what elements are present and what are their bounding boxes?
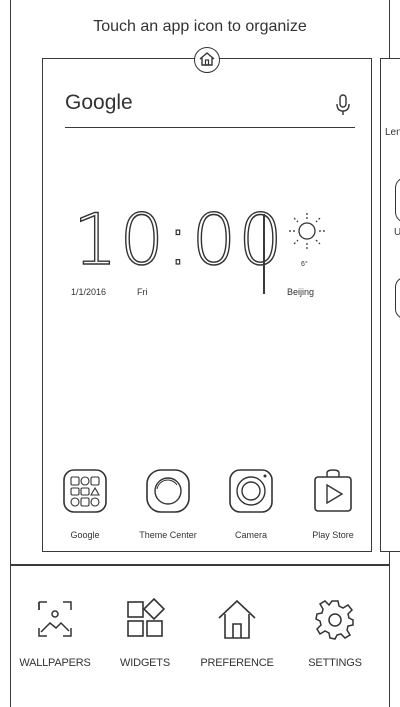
clock-divider	[263, 214, 265, 294]
wallpapers-button[interactable]: WALLPAPERS	[10, 598, 100, 669]
play-store-icon	[314, 469, 352, 512]
settings-icon	[315, 600, 354, 640]
clock-minute: 00	[191, 199, 285, 281]
clock-day: Fri	[137, 287, 148, 297]
peek-widget-shape	[395, 277, 400, 319]
home-screen-icon[interactable]	[194, 47, 220, 73]
menu-label: SETTINGS	[308, 657, 362, 669]
peek-label-2: U	[394, 227, 400, 238]
home-screen-preview[interactable]: Google 10:00 1/1/2016 Fri 6° Beijing Goo…	[42, 58, 372, 552]
app-play-store[interactable]: Play Store	[293, 467, 373, 540]
preference-icon	[218, 599, 256, 639]
camera-icon	[229, 469, 273, 513]
bottom-divider	[10, 564, 390, 566]
next-screen-preview[interactable]: Len U	[380, 58, 400, 552]
app-theme-center[interactable]: Theme Center	[128, 467, 208, 540]
app-label: Play Store	[312, 530, 354, 540]
settings-button[interactable]: SETTINGS	[290, 598, 380, 669]
menu-label: WIDGETS	[120, 657, 170, 669]
app-label: Camera	[234, 530, 267, 540]
clock-time: 10:00	[72, 199, 285, 281]
weather-city: Beijing	[287, 287, 315, 297]
sun-icon	[289, 213, 325, 249]
clock-hour: 10	[72, 199, 167, 281]
theme-center-icon	[146, 469, 190, 513]
search-label: Google	[65, 91, 133, 114]
wallpapers-icon	[38, 601, 72, 637]
peek-widget-shape	[395, 177, 400, 223]
menu-label: WALLPAPERS	[19, 657, 91, 669]
weather-temp: 6°	[301, 261, 308, 268]
google-search-bar[interactable]: Google	[65, 87, 355, 128]
preference-button[interactable]: PREFERENCE	[192, 598, 282, 669]
customize-menu: WALLPAPERS WIDGETS PREFERENCE SETTINGS	[0, 597, 400, 678]
peek-label-1: Len	[385, 127, 400, 138]
app-google[interactable]: Google	[45, 467, 125, 540]
app-dock: Google Theme Center Camera Play Store	[43, 467, 373, 547]
app-label: Google	[70, 530, 100, 540]
clock-date: 1/1/2016	[71, 287, 107, 297]
mic-icon[interactable]	[335, 93, 351, 117]
app-label: Theme Center	[139, 530, 197, 540]
organize-hint: Touch an app icon to organize	[93, 18, 307, 35]
menu-label: PREFERENCE	[200, 657, 274, 669]
google-folder-icon	[63, 469, 107, 513]
widgets-button[interactable]: WIDGETS	[100, 597, 190, 669]
widgets-icon	[127, 597, 166, 637]
app-camera[interactable]: Camera	[211, 467, 291, 540]
